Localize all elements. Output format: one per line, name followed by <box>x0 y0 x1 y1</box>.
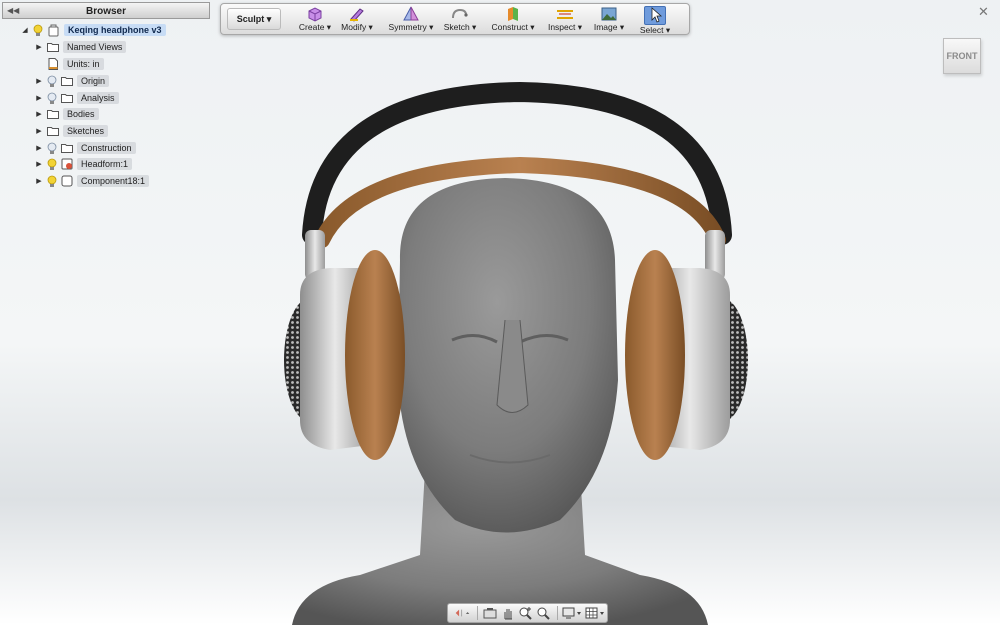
component-icon <box>48 24 59 36</box>
create-box-icon <box>308 7 322 22</box>
folder-icon <box>47 43 59 52</box>
expand-arrow-icon[interactable]: ▶ <box>34 160 44 168</box>
pan-hand-icon[interactable] <box>500 606 516 620</box>
expand-arrow-icon[interactable]: ▶ <box>34 177 44 185</box>
orbit-icon[interactable] <box>454 606 471 620</box>
folder-icon <box>61 94 73 103</box>
folder-icon <box>61 144 73 153</box>
browser-header[interactable]: ◀◀ Browser <box>2 2 210 19</box>
main-toolbar: Sculpt ▾ Create ▾ Modify ▾ Symmetry ▾ Sk… <box>220 3 690 35</box>
browser-title: Browser <box>85 6 126 17</box>
tree-item-label[interactable]: Origin <box>77 75 110 87</box>
modify-brush-icon <box>350 8 364 22</box>
folder-icon <box>47 110 59 119</box>
symmetry-label: Symmetry ▾ <box>388 22 434 32</box>
tree-item-bodies[interactable]: ▶ Bodies <box>34 107 99 121</box>
tree-item-sketches[interactable]: ▶ Sketches <box>34 124 109 138</box>
collapse-arrow-icon[interactable]: ◢ <box>20 26 30 34</box>
tree-item-named-views[interactable]: ▶ Named Views <box>34 40 127 54</box>
image-icon <box>601 7 617 21</box>
tree-item-label[interactable]: Named Views <box>63 41 127 53</box>
sketch-icon <box>452 8 468 19</box>
inspect-icon <box>557 10 573 19</box>
tree-item-origin[interactable]: ▶ Origin <box>34 74 110 88</box>
expand-arrow-icon[interactable]: ▶ <box>34 144 44 152</box>
tree-item-label[interactable]: Bodies <box>63 108 99 120</box>
sketch-label: Sketch ▾ <box>443 22 477 32</box>
browser-panel: ◀◀ Browser ◢ Keqing headphone v3 ▶ Named… <box>0 0 212 195</box>
select-menu[interactable]: Select ▾ <box>627 6 683 35</box>
lightbulb-off-icon[interactable] <box>46 142 58 155</box>
expand-arrow-icon[interactable]: ▶ <box>34 127 44 135</box>
tree-item-label[interactable]: Headform:1 <box>77 158 133 170</box>
sketch-menu[interactable]: Sketch ▾ <box>432 6 488 34</box>
tree-root-label[interactable]: Keqing headphone v3 <box>64 24 166 36</box>
separator <box>477 606 478 620</box>
expand-arrow-icon[interactable]: ▶ <box>34 77 44 85</box>
workspace-switcher[interactable]: Sculpt ▾ <box>227 8 281 30</box>
tree-item-label[interactable]: Construction <box>77 142 136 154</box>
component-icon <box>61 175 73 187</box>
modify-menu[interactable]: Modify ▾ <box>329 6 385 34</box>
navigation-bar <box>447 603 608 623</box>
construct-label: Construct ▾ <box>491 22 535 32</box>
separator <box>557 606 559 620</box>
tree-item-component18[interactable]: ▶ Component18:1 <box>34 174 150 188</box>
tree-item-label[interactable]: Units: in <box>63 58 104 70</box>
lightbulb-off-icon[interactable] <box>46 75 58 88</box>
expand-arrow-icon[interactable]: ▶ <box>34 110 44 118</box>
tree-item-label[interactable]: Analysis <box>77 92 119 104</box>
tree-item-construction[interactable]: ▶ Construction <box>34 141 136 155</box>
zoom-icon[interactable] <box>518 606 534 620</box>
look-at-icon[interactable] <box>482 606 498 620</box>
display-settings-icon[interactable] <box>562 606 582 620</box>
lightbulb-icon[interactable] <box>46 175 58 188</box>
expand-arrow-icon[interactable]: ▶ <box>34 43 44 51</box>
tree-item-headform[interactable]: ▶ Headform:1 <box>34 157 133 171</box>
lightbulb-icon[interactable] <box>32 24 44 37</box>
tree-item-units[interactable]: Units: in <box>34 57 104 71</box>
tree-item-label[interactable]: Sketches <box>63 125 109 137</box>
symmetry-icon <box>403 6 419 21</box>
lightbulb-off-icon[interactable] <box>46 92 58 105</box>
select-label: Select ▾ <box>639 25 671 35</box>
folder-icon <box>47 127 59 136</box>
lightbulb-icon[interactable] <box>46 158 58 171</box>
zoom-window-icon[interactable] <box>535 606 551 620</box>
symmetry-menu[interactable]: Symmetry ▾ <box>383 6 439 34</box>
tree-root[interactable]: ◢ Keqing headphone v3 <box>20 23 166 37</box>
expand-arrow-icon[interactable]: ▶ <box>34 94 44 102</box>
grid-settings-icon[interactable] <box>585 606 605 620</box>
document-icon <box>48 58 58 70</box>
close-icon[interactable]: ✕ <box>978 4 989 20</box>
folder-icon <box>61 77 73 86</box>
modify-label: Modify ▾ <box>341 22 373 32</box>
tree-item-analysis[interactable]: ▶ Analysis <box>34 91 119 105</box>
viewcube[interactable]: FRONT <box>943 38 981 74</box>
tree-item-label[interactable]: Component18:1 <box>77 175 150 187</box>
linked-component-icon <box>61 158 73 170</box>
select-cursor-icon <box>651 7 663 23</box>
construct-menu[interactable]: Construct ▾ <box>485 6 541 34</box>
construct-icon <box>508 7 518 21</box>
